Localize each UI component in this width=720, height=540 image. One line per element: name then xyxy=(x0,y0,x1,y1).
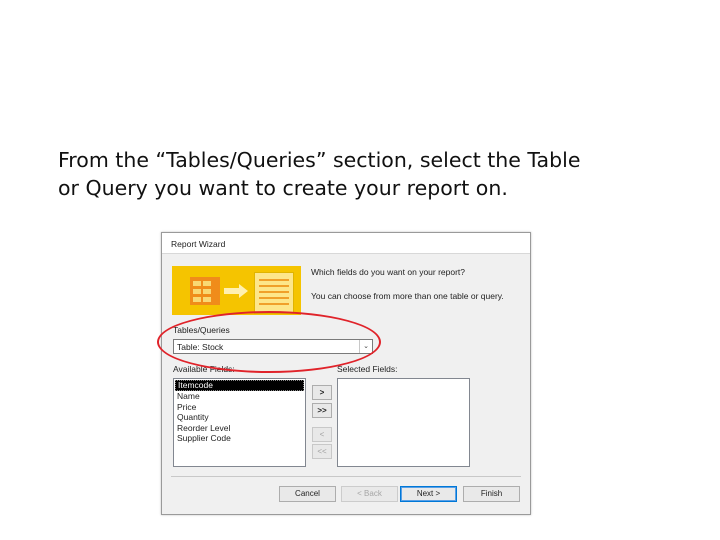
list-item[interactable]: Price xyxy=(174,402,305,413)
dialog-title: Report Wizard xyxy=(171,239,226,249)
selected-fields-list[interactable] xyxy=(337,378,470,467)
available-fields-list[interactable]: Itemcode Name Price Quantity Reorder Level Su… xyxy=(173,378,306,467)
wizard-illustration-icon xyxy=(172,266,301,315)
finish-button[interactable]: Finish xyxy=(463,486,520,502)
caption-line-1: From the “Tables/Queries” section, selec… xyxy=(58,148,581,172)
next-button[interactable]: Next > xyxy=(400,486,457,502)
add-all-fields-button[interactable]: >> xyxy=(312,403,332,418)
cancel-button[interactable]: Cancel xyxy=(279,486,336,502)
selected-fields-label: Selected Fields: xyxy=(337,364,398,374)
prompt-hint: You can choose from more than one table … xyxy=(311,291,504,301)
list-item[interactable]: Supplier Code xyxy=(174,433,305,444)
dialog-titlebar: Report Wizard xyxy=(162,233,530,254)
caption-line-2: or Query you want to create your report … xyxy=(58,176,508,200)
highlight-ellipse xyxy=(157,311,381,373)
back-button[interactable]: < Back xyxy=(341,486,398,502)
report-wizard-dialog: Report Wizard Which fields do you want o… xyxy=(161,232,531,515)
list-item[interactable]: Name xyxy=(174,391,305,402)
list-item[interactable]: Quantity xyxy=(174,412,305,423)
prompt-question: Which fields do you want on your report? xyxy=(311,267,466,277)
add-field-button[interactable]: > xyxy=(312,385,332,400)
list-item[interactable]: Reorder Level xyxy=(174,423,305,434)
remove-field-button[interactable]: < xyxy=(312,427,332,442)
remove-all-fields-button[interactable]: << xyxy=(312,444,332,459)
instruction-caption: From the “Tables/Queries” section, selec… xyxy=(58,146,698,202)
list-item[interactable]: Itemcode xyxy=(175,380,304,391)
divider xyxy=(171,476,521,477)
